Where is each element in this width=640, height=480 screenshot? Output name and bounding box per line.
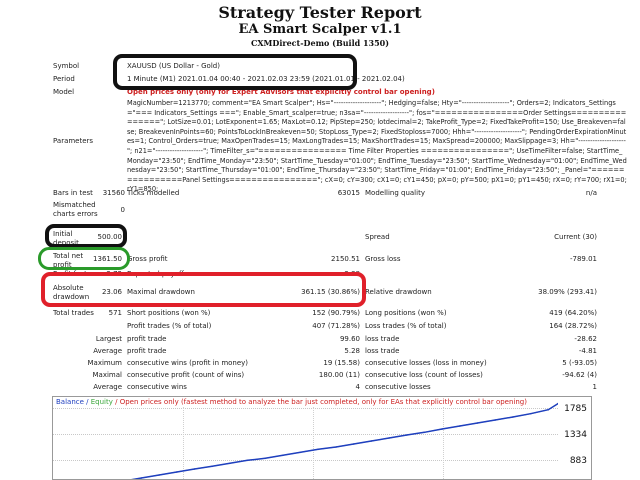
server-build: CXMDirect-Demo (Build 1350)	[250, 38, 390, 48]
long-value: 419 (64.20%)	[549, 309, 597, 317]
balance-point	[388, 437, 390, 439]
expected-payoff-value: 2.38	[344, 270, 360, 278]
symbol-period-highlight	[113, 54, 357, 90]
report-title: Strategy Tester Report	[218, 3, 422, 22]
spread-label: Spread	[365, 233, 390, 241]
mismatch-value: 0	[120, 206, 125, 214]
balance-point	[229, 462, 231, 465]
balance-point	[140, 477, 143, 479]
gross-loss-label: Gross loss	[365, 255, 401, 263]
quality-value: n/a	[585, 189, 597, 197]
gross-profit-value: 2150.51	[331, 255, 360, 263]
max-cons-losses-value: 5 (-93.05)	[562, 359, 597, 367]
short-value: 152 (90.79%)	[312, 309, 360, 317]
gross-profit-label: Gross profit	[127, 255, 168, 263]
avg-cons-losses-value: 1	[592, 383, 597, 391]
period-value: 1 Minute (M1) 2021.01.04 00:40 - 2021.02…	[127, 75, 405, 83]
largest-loss-value: -28.62	[574, 335, 597, 343]
maximal-loss-value: -94.62 (4)	[562, 371, 597, 379]
avg-profit-value: 5.28	[344, 347, 360, 355]
balance-point	[264, 457, 267, 460]
balance-point	[494, 419, 497, 421]
profit-factor-value: 2.72	[106, 270, 122, 278]
expert-name: EA Smart Scalper v1.1	[238, 22, 402, 37]
loss-trades-value: 164 (28.72%)	[549, 322, 597, 330]
balance-point	[176, 471, 178, 473]
maximum-label: Maximum	[87, 359, 123, 367]
y-tick-label: 1334	[564, 430, 587, 440]
gross-loss-value: -789.01	[569, 255, 597, 263]
model-value: Open prices only (only for Expert Adviso…	[127, 88, 435, 96]
y-tick-label: 883	[569, 456, 587, 466]
rel-drawdown-label: Relative drawdown	[365, 288, 432, 296]
maximal-label: Maximal	[92, 371, 122, 379]
balance-chart: Balance / Equity / Open prices only (fas…	[52, 396, 592, 480]
max-cons-losses-label: consecutive losses (loss in money)	[365, 359, 487, 367]
model-label: Model	[53, 88, 75, 96]
balance-point	[211, 465, 213, 468]
expected-payoff-label: Expected payoff	[127, 270, 184, 278]
balance-point	[370, 440, 373, 442]
loss-trades-label: Loss trades (% of total)	[365, 322, 447, 330]
balance-point	[476, 422, 479, 424]
chart-plot	[131, 402, 558, 479]
profit-trades-value: 407 (71.28%)	[312, 322, 360, 330]
balance-point	[529, 412, 532, 415]
balance-point	[441, 428, 443, 430]
y-tick-label: 1785	[564, 404, 587, 414]
quality-label: Modelling quality	[365, 189, 425, 197]
maximal-profit-value: 180.00 (11)	[318, 371, 360, 379]
largest-profit-label: profit trade	[127, 335, 167, 343]
initial-deposit-value: 500.00	[97, 233, 123, 241]
balance-point	[406, 434, 408, 436]
period-label: Period	[53, 75, 75, 83]
total-trades-value: 571	[108, 309, 122, 317]
balance-point	[246, 459, 249, 462]
avg-profit-label: profit trade	[127, 347, 167, 355]
largest-label: Largest	[95, 335, 122, 343]
avg-loss-label: loss trade	[365, 347, 400, 355]
max-cons-wins-value: 19 (15.58)	[323, 359, 360, 367]
net-profit-value: 1361.50	[93, 255, 122, 263]
max-drawdown-value: 361.15 (30.86%)	[301, 288, 360, 296]
balance-point	[158, 474, 160, 476]
avg-cons-wins-value: 4	[355, 383, 360, 391]
balance-point	[459, 425, 461, 427]
max-cons-wins-label: consecutive wins (profit in money)	[127, 359, 249, 367]
parameters-value: MagicNumber=1213770; comment="EA Smart S…	[127, 99, 627, 194]
balance-point	[547, 408, 550, 411]
maximal-profit-label: consecutive profit (count of wins)	[127, 371, 245, 379]
maximal-loss-label: consecutive loss (count of losses)	[365, 371, 483, 379]
avg-cons-wins-label: consecutive wins	[127, 383, 187, 391]
balance-point	[335, 446, 337, 448]
largest-loss-label: loss trade	[365, 335, 400, 343]
balance-point	[317, 448, 320, 451]
symbol-value: XAUUSD (US Dollar - Gold)	[127, 62, 220, 70]
max-drawdown-label: Maximal drawdown	[127, 288, 195, 296]
ticks-value: 63015	[337, 189, 360, 197]
balance-point	[352, 443, 355, 445]
bars-value: 31560	[102, 189, 125, 197]
largest-profit-value: 99.60	[339, 335, 360, 343]
balance-line	[131, 402, 558, 479]
average-label: Average	[93, 347, 122, 355]
balance-point	[193, 468, 196, 470]
profit-trades-label: Profit trades (% of total)	[127, 322, 212, 330]
ticks-label: Ticks modelled	[127, 189, 180, 197]
spread-value: Current (30)	[554, 233, 597, 241]
balance-point	[512, 416, 514, 418]
avg-loss-value: -4.81	[578, 347, 597, 355]
symbol-label: Symbol	[53, 62, 80, 70]
avg-cons-losses-label: consecutive losses	[365, 383, 431, 391]
balance-point	[423, 431, 426, 434]
equity-line	[132, 403, 558, 479]
abs-drawdown-value: 23.06	[101, 288, 122, 296]
balance-point	[282, 454, 284, 457]
rel-drawdown-value: 38.09% (293.41)	[538, 288, 597, 296]
long-label: Long positions (won %)	[365, 309, 447, 317]
average2-label: Average	[93, 383, 122, 391]
balance-point	[299, 451, 302, 454]
short-label: Short positions (won %)	[127, 309, 211, 317]
parameters-label: Parameters	[53, 137, 94, 145]
